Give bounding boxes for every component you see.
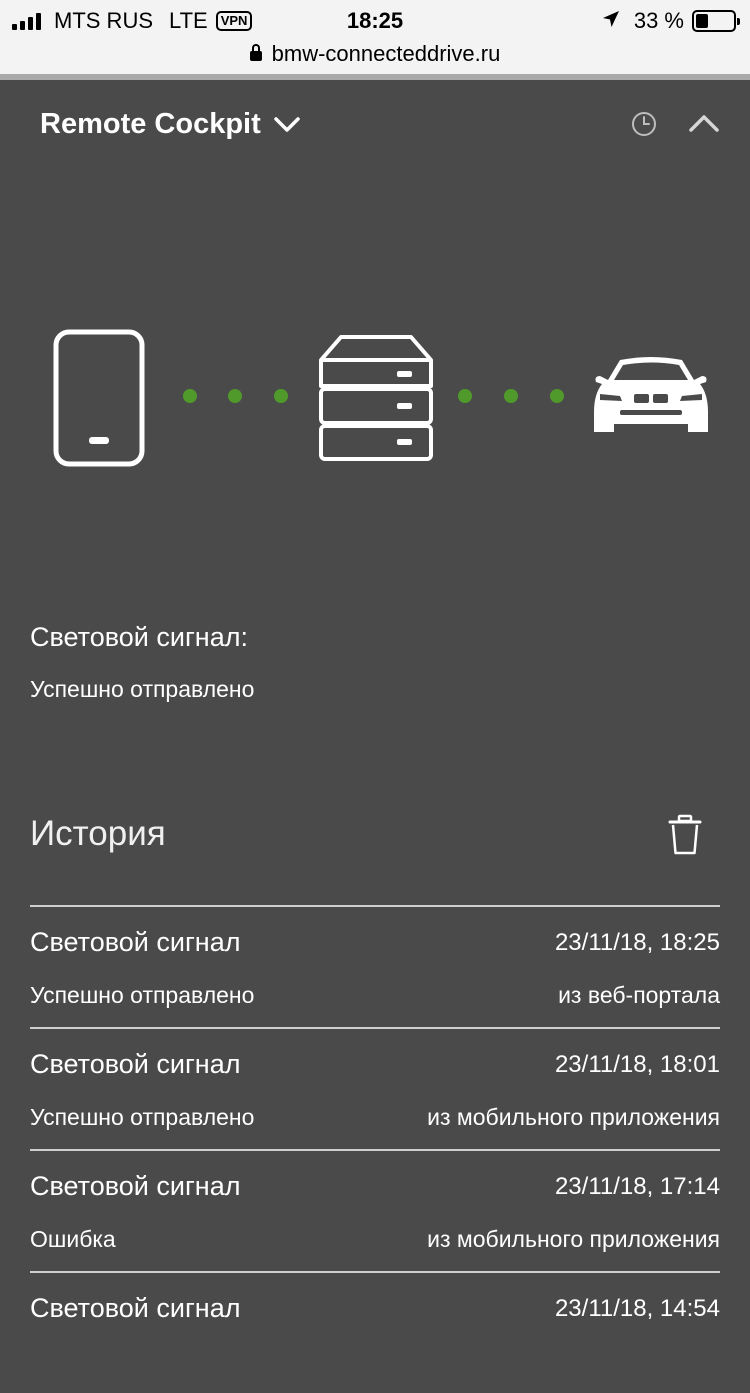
remote-cockpit-dropdown[interactable]: Remote Cockpit bbox=[40, 108, 301, 141]
history-command-name: Световой сигнал bbox=[30, 1171, 241, 1201]
history-date: 23/11/18, 18:25 bbox=[554, 929, 720, 956]
history-date: 23/11/18, 18:01 bbox=[554, 1051, 720, 1078]
connection-diagram bbox=[0, 320, 750, 470]
history-date: 23/11/18, 14:54 bbox=[554, 1295, 720, 1322]
clock-icon[interactable] bbox=[630, 110, 658, 138]
history-row[interactable]: Световой сигнал 23/11/18, 17:14 Ошибка и… bbox=[30, 1149, 720, 1271]
address-bar[interactable]: bmw-connecteddrive.ru bbox=[0, 40, 750, 68]
history-source: из мобильного приложения bbox=[427, 1226, 720, 1252]
connection-dots-left bbox=[183, 389, 288, 403]
server-icon bbox=[319, 335, 433, 461]
history-command-name: Световой сигнал bbox=[30, 1049, 241, 1079]
chevron-up-icon[interactable] bbox=[688, 113, 720, 135]
location-arrow-icon bbox=[602, 8, 620, 34]
history-status: Ошибка bbox=[30, 1226, 116, 1252]
history-row[interactable]: Световой сигнал 23/11/18, 18:01 Успешно … bbox=[30, 1027, 720, 1149]
smartphone-icon bbox=[53, 329, 145, 467]
connection-dots-right bbox=[458, 389, 564, 403]
history-status: Успешно отправлено bbox=[30, 982, 255, 1008]
chevron-down-icon bbox=[274, 116, 300, 132]
section-header: Remote Cockpit bbox=[40, 100, 720, 156]
history-row[interactable]: Световой сигнал 23/11/18, 14:54 bbox=[30, 1271, 720, 1393]
page-title: Remote Cockpit bbox=[40, 108, 261, 140]
history-command-name: Световой сигнал bbox=[30, 1293, 241, 1323]
car-icon bbox=[594, 357, 708, 432]
history-source: из мобильного приложения bbox=[427, 1104, 720, 1130]
history-list: Световой сигнал 23/11/18, 18:25 Успешно … bbox=[30, 905, 720, 1393]
battery-icon bbox=[692, 10, 740, 32]
current-command-status: Успешно отправлено bbox=[30, 676, 255, 702]
url-text: bmw-connecteddrive.ru bbox=[271, 41, 501, 66]
history-date: 23/11/18, 17:14 bbox=[554, 1173, 720, 1200]
lock-icon bbox=[249, 44, 262, 61]
history-status: Успешно отправлено bbox=[30, 1104, 255, 1130]
history-command-name: Световой сигнал bbox=[30, 927, 241, 957]
history-row[interactable]: Световой сигнал 23/11/18, 18:25 Успешно … bbox=[30, 905, 720, 1027]
history-source: из веб-портала bbox=[558, 982, 720, 1008]
battery-percent: 33 % bbox=[633, 8, 684, 33]
status-bar: MTS RUS LTE VPN 18:25 33 % bmw-connected… bbox=[0, 0, 750, 80]
current-command-label: Световой сигнал: bbox=[30, 622, 248, 652]
history-title: История bbox=[30, 814, 166, 853]
trash-icon[interactable] bbox=[668, 814, 702, 856]
